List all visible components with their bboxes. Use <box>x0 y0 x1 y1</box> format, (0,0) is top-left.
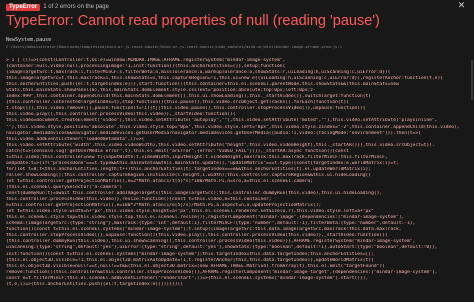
code-line: this.video=document.createElement("video… <box>6 118 438 124</box>
code-frame: > 1 | (()=>{const{Controller:t,UI:e}=win… <box>6 58 468 298</box>
error-function-name: NewSystem.pause <box>6 37 52 43</box>
code-line: ""),this.video.style.position="absolute"… <box>6 124 460 130</box>
code-line: remove:function(){this.controller&&this.… <box>6 269 438 275</box>
error-title: TypeError: Cannot read properties of nul… <box>6 13 380 29</box>
code-line: this.video.setAttribute("width",this.vid… <box>6 142 435 148</box>
close-icon[interactable]: ✕ <box>457 2 466 11</box>
scrollbar-thumb[interactable] <box>471 60 473 100</box>
code-line: navigator.mediaDevices&&navigator.mediaD… <box>6 130 421 136</box>
error-type-badge: TypeError <box>6 4 41 11</box>
error-count[interactable]: 1 of 2 errors on the page <box>43 4 109 11</box>
error-header: TypeError 1 of 2 errors on the page <box>6 3 109 12</box>
code-line: onUpdate:t=>{if("processDone"===t.type&&… <box>6 160 399 166</box>
code-line: uiScanning:{type:"string",default:"yes"}… <box>6 245 438 251</box>
code-line: (t,e,i)=>{this.anchorEntities.push({el:t… <box>6 281 184 287</box>
error-file-path[interactable]: C:/Users/Administrator/Downloads/compres… <box>6 44 468 49</box>
error-overlay: TypeError 1 of 2 errors on the page ✕ Ty… <box>0 0 474 302</box>
